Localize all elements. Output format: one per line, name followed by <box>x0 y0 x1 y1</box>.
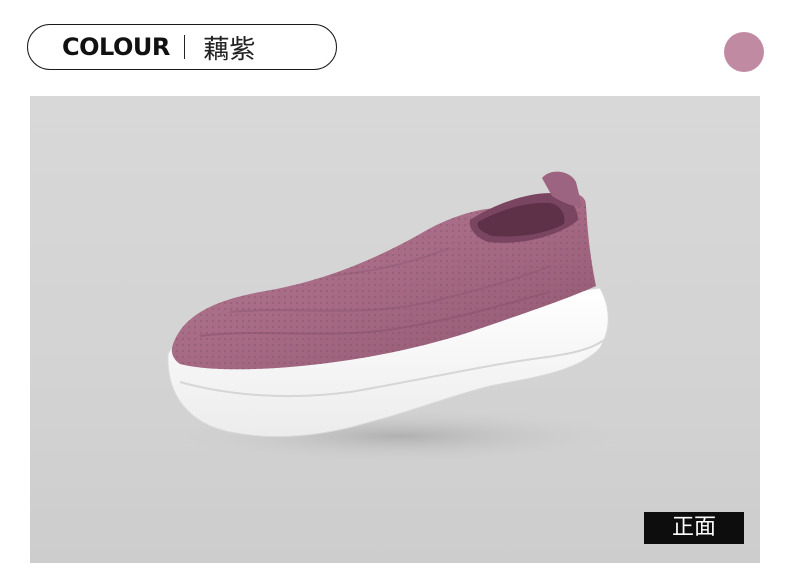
colour-name: 藕紫 <box>203 34 256 65</box>
colour-swatch <box>724 32 764 72</box>
product-photo: 正面 <box>30 96 760 563</box>
colour-divider <box>183 35 186 59</box>
shoe-illustration <box>167 171 630 464</box>
colour-pill: COLOUR 藕紫 <box>27 24 337 70</box>
view-tag: 正面 <box>644 512 744 544</box>
colour-label: COLOUR <box>62 33 170 61</box>
